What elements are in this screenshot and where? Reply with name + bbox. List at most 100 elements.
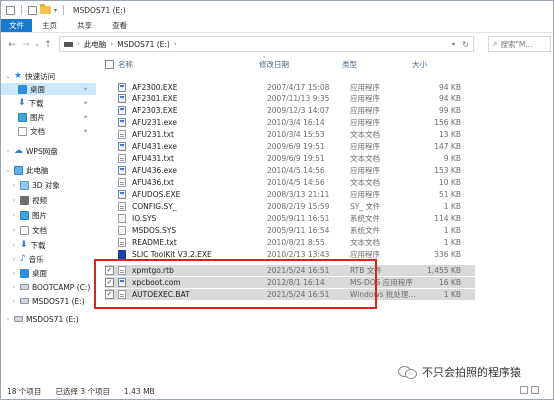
table-row[interactable]: AF2300.EXE 2007/4/17 15:08 应用程序 94 KB [105, 82, 461, 93]
sidebar-item-pictures[interactable]: 图片 ✦ [18, 111, 96, 123]
file-date: 2010/3/4 16:14 [267, 118, 325, 127]
breadcrumb-separator-icon[interactable]: › [77, 40, 80, 48]
file-date: 2009/12/3 14:07 [267, 106, 330, 115]
table-row[interactable]: IO.SYS 2005/9/11 16:51 系统文件 114 KB [105, 213, 461, 224]
tab-home[interactable]: 主页 [32, 19, 67, 32]
new-folder-icon[interactable] [40, 4, 51, 14]
pin-icon[interactable]: ✦ [83, 100, 88, 107]
expand-chevron-icon[interactable]: › [11, 298, 17, 305]
sidebar-item-quick-access[interactable]: ⌄ ★ 快速访问 [5, 70, 55, 82]
table-row[interactable]: AFU436.txt 2010/4/5 14:56 文本文档 10 KB [105, 177, 461, 188]
table-row[interactable]: AFU436.exe 2010/4/5 14:56 应用程序 153 KB [105, 165, 461, 176]
exe-file-icon [118, 106, 126, 115]
file-date: 2005/9/11 16:51 [267, 214, 330, 223]
column-header-type[interactable]: 类型 [342, 59, 357, 70]
documents-icon [20, 225, 29, 235]
sidebar-item-this-pc[interactable]: ⌄ 此电脑 [5, 164, 49, 176]
sidebar-item-label: 视频 [32, 195, 47, 205]
sidebar-item-label: MSDOS71 (E:) [32, 296, 85, 306]
sidebar-item-label: 音乐 [28, 254, 44, 264]
expand-chevron-icon[interactable]: › [11, 227, 17, 234]
table-row[interactable]: CONFIG.SY_ 2008/2/19 15:59 SY_ 文件 1 KB [105, 201, 461, 212]
sidebar-item-desktop[interactable]: 桌面 ✦ [1, 83, 96, 95]
large-icons-view-icon[interactable] [531, 386, 539, 394]
expand-chevron-icon[interactable]: › [5, 316, 11, 323]
sidebar-item-msdos-drive[interactable]: › MSDOS71 (E:) [11, 295, 85, 307]
collapse-chevron-icon[interactable]: ⌄ [5, 73, 11, 80]
tab-share[interactable]: 共享 [67, 19, 102, 32]
expand-chevron-icon[interactable]: › [11, 182, 17, 189]
sidebar-item-documents-pc[interactable]: › 文档 [11, 224, 47, 236]
table-row[interactable]: AFU431.txt 2009/6/9 19:51 文本文档 9 KB [105, 153, 461, 164]
table-row[interactable]: AF2303.EXE 2009/12/3 14:07 应用程序 99 KB [105, 105, 461, 116]
up-arrow-icon[interactable]: ↑ [41, 38, 55, 52]
sidebar-item-label: 桌面 [30, 84, 45, 94]
breadcrumb-drive[interactable]: MSDOS71 (E:) [117, 40, 170, 49]
sidebar-item-downloads[interactable]: ⬇ 下载 ✦ [18, 97, 96, 109]
tab-view[interactable]: 查看 [102, 19, 137, 32]
breadcrumb-separator-icon[interactable]: › [110, 40, 113, 48]
properties-icon[interactable] [28, 5, 37, 15]
file-type: 文本文档 [350, 130, 380, 139]
expand-chevron-icon[interactable]: › [5, 148, 11, 155]
expand-chevron-icon[interactable]: › [11, 256, 17, 263]
quick-access-toolbar: ▾ [1, 4, 67, 15]
sidebar-item-label: 文档 [30, 126, 45, 136]
pictures-icon [20, 210, 29, 220]
item-count: 18 个项目 [7, 386, 42, 396]
file-size: 16 KB [439, 278, 461, 287]
table-row[interactable]: AFU431.exe 2009/6/9 19:51 应用程序 147 KB [105, 141, 461, 152]
address-history-chevron-icon[interactable]: ▾ [452, 41, 455, 48]
expand-chevron-icon[interactable]: › [11, 212, 17, 219]
tab-file[interactable]: 文件 [1, 19, 32, 32]
pin-icon[interactable]: ✦ [83, 86, 88, 93]
3d-objects-icon [20, 180, 29, 190]
sidebar-item-wps-cloud[interactable]: › ☁ WPS网盘 [5, 145, 58, 157]
table-row[interactable]: MSDOS.SYS 2005/9/11 16:54 系统文件 1 KB [105, 225, 461, 236]
text-file-icon [118, 130, 126, 139]
file-name: AF2301.EXE [132, 94, 178, 103]
file-type: 系统文件 [350, 226, 380, 235]
back-arrow-icon[interactable]: ← [5, 38, 19, 52]
customize-chevron-icon[interactable]: ▾ [54, 7, 57, 14]
details-view-icon[interactable] [520, 386, 528, 394]
file-type: 应用程序 [350, 106, 380, 115]
file-name: CONFIG.SY_ [132, 202, 177, 211]
sidebar-item-downloads-pc[interactable]: › ⬇ 下载 [11, 239, 46, 251]
table-row[interactable]: AF2301.EXE 2007/11/13 9:35 应用程序 94 KB [105, 93, 461, 104]
expand-chevron-icon[interactable]: › [11, 197, 17, 204]
sidebar-item-pictures-pc[interactable]: › 图片 [11, 209, 47, 221]
file-size: 13 KB [439, 130, 461, 139]
text-file-icon [118, 154, 126, 163]
pin-icon[interactable]: ✦ [83, 128, 88, 135]
column-header-date[interactable]: 修改日期 [259, 59, 289, 70]
column-header-name[interactable]: 名称 [118, 59, 133, 70]
breadcrumb-this-pc[interactable]: 此电脑 [84, 39, 107, 50]
sidebar-item-3d-objects[interactable]: › 3D 对象 [11, 179, 60, 191]
table-row[interactable]: AFU231.exe 2010/3/4 16:14 应用程序 156 KB [105, 117, 461, 128]
sidebar-item-desktop-pc[interactable]: › 桌面 [11, 267, 47, 279]
table-row[interactable]: README.txt 2010/8/21 8:55 文本文档 1 KB [105, 237, 461, 248]
table-row[interactable]: AFUDOS.EXE 2008/3/13 21:11 应用程序 51 KB [105, 189, 461, 200]
breadcrumb-separator-icon[interactable]: › [174, 40, 177, 48]
column-header-size[interactable]: 大小 [412, 59, 427, 70]
file-size: 114 KB [434, 214, 461, 223]
sidebar-item-msdos-drive-root[interactable]: › MSDOS71 (E:) [5, 313, 79, 325]
sidebar-item-bootcamp-drive[interactable]: › BOOTCAMP (C:) [11, 281, 91, 293]
expand-chevron-icon[interactable]: › [11, 270, 17, 277]
sidebar-item-videos[interactable]: › 视频 [11, 194, 47, 206]
sidebar-item-documents[interactable]: 文档 ✦ [18, 125, 96, 137]
refresh-icon[interactable]: ↻ [462, 40, 469, 49]
recent-locations-chevron-icon[interactable]: ▾ [33, 38, 41, 52]
search-box[interactable]: ⌕ 搜索"M... [488, 36, 551, 52]
address-bar[interactable]: › 此电脑 › MSDOS71 (E:) › ▾ ↻ [59, 36, 474, 52]
pin-icon[interactable]: ✦ [83, 114, 88, 121]
status-bar: 18 个项目 已选择 3 个项目 1.43 MB [1, 383, 553, 399]
table-row[interactable]: AFU231.txt 2010/3/4 15:53 文本文档 13 KB [105, 129, 461, 140]
expand-chevron-icon[interactable]: › [11, 284, 17, 291]
collapse-chevron-icon[interactable]: ⌄ [5, 167, 11, 174]
expand-chevron-icon[interactable]: › [11, 242, 17, 249]
select-all-checkbox[interactable] [105, 60, 114, 69]
sidebar-item-music[interactable]: › ♪ 音乐 [11, 253, 44, 265]
forward-arrow-icon[interactable]: → [19, 38, 33, 52]
